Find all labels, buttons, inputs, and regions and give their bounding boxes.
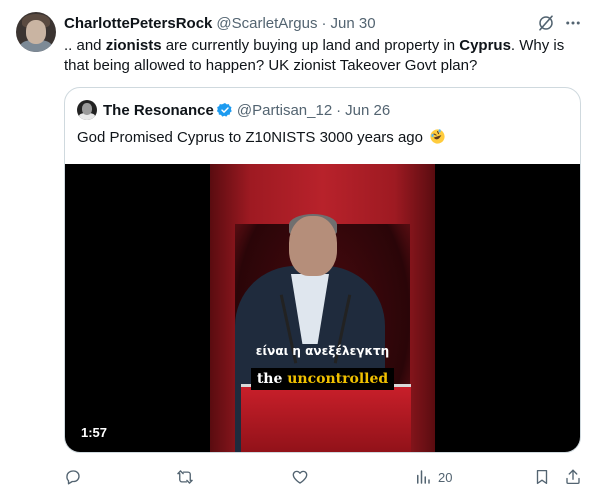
views-count: 20 bbox=[438, 469, 453, 485]
reply-icon bbox=[66, 470, 80, 485]
subtitle-english: the uncontrolled bbox=[250, 368, 395, 390]
tweet-header: CharlottePetersRock @ScarletArgus · Jun … bbox=[64, 13, 376, 33]
subtitle-english-highlight: uncontrolled bbox=[287, 371, 389, 387]
quote-header: The Resonance @Partisan_12 · Jun 26 bbox=[77, 100, 390, 120]
verified-badge-icon bbox=[216, 103, 232, 117]
rolling-on-floor-laughing-icon bbox=[430, 129, 445, 144]
author-name[interactable]: CharlottePetersRock bbox=[64, 15, 212, 32]
tweet-text-segment: .. and bbox=[64, 37, 106, 54]
subtitle-english-prefix: the bbox=[256, 371, 288, 387]
separator-dot: · bbox=[321, 14, 327, 32]
tweet-card[interactable]: CharlottePetersRock @ScarletArgus · Jun … bbox=[0, 0, 609, 493]
author-avatar[interactable] bbox=[16, 12, 56, 52]
share-button[interactable] bbox=[564, 468, 582, 486]
share-icon bbox=[566, 469, 580, 485]
subtitle-greek: είναι η ανεξέλεγκτη bbox=[255, 344, 390, 358]
separator-dot: · bbox=[336, 101, 342, 119]
like-button[interactable] bbox=[291, 468, 309, 486]
lectern bbox=[241, 384, 411, 452]
tweet-text-segment: are currently buying up land and propert… bbox=[161, 37, 460, 54]
reply-button[interactable] bbox=[64, 468, 82, 486]
quote-text-line: God Promised Cyprus to Z10NISTS 3000 yea… bbox=[77, 128, 446, 148]
tweet-text: .. and zionists are currently buying up … bbox=[64, 36, 584, 76]
more-options-icon[interactable] bbox=[564, 14, 582, 32]
retweet-icon bbox=[177, 470, 193, 484]
quoted-tweet[interactable]: The Resonance @Partisan_12 · Jun 26 God … bbox=[64, 87, 581, 453]
tweet-date[interactable]: Jun 30 bbox=[331, 15, 376, 32]
retweet-button[interactable] bbox=[176, 468, 194, 486]
tweet-text-bold: Cyprus bbox=[459, 37, 511, 54]
quote-author-name[interactable]: The Resonance bbox=[103, 102, 214, 119]
quote-author-avatar[interactable] bbox=[77, 100, 97, 120]
bookmark-button[interactable] bbox=[533, 468, 551, 486]
action-bar: 20 bbox=[0, 462, 609, 492]
video-duration: 1:57 bbox=[81, 425, 108, 440]
quote-author-handle[interactable]: @Partisan_12 bbox=[237, 102, 332, 119]
bookmark-icon bbox=[536, 469, 548, 485]
like-icon bbox=[292, 470, 308, 484]
tweet-text-bold: zionists bbox=[105, 37, 162, 54]
views-icon bbox=[417, 470, 430, 484]
views-button[interactable]: 20 bbox=[414, 468, 452, 486]
author-handle[interactable]: @ScarletArgus bbox=[216, 15, 317, 32]
quote-text: God Promised Cyprus to Z10NISTS 3000 yea… bbox=[77, 129, 423, 146]
quote-date[interactable]: Jun 26 bbox=[345, 102, 390, 119]
grok-icon[interactable] bbox=[537, 14, 555, 32]
video-player[interactable]: είναι η ανεξέλεγκτη the uncontrolled 1:5… bbox=[65, 164, 580, 452]
